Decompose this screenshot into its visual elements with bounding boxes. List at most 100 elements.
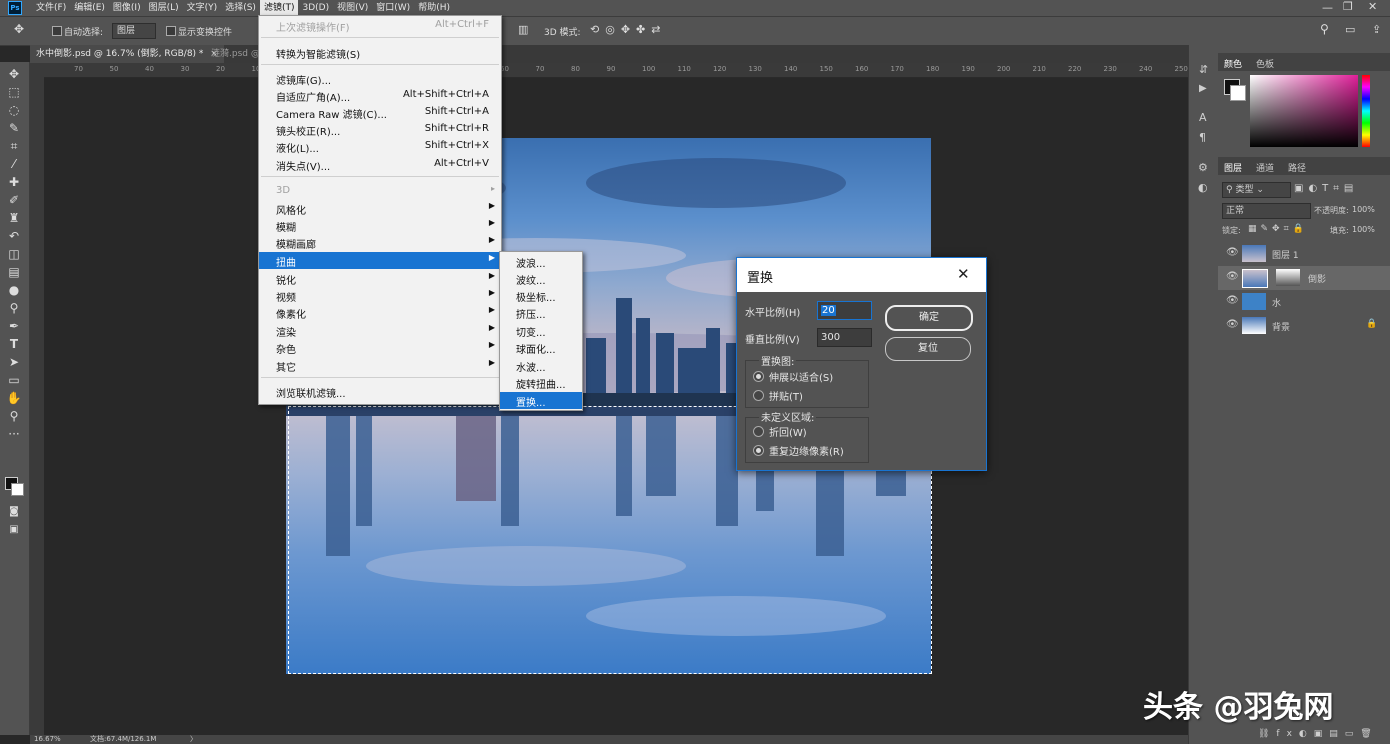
repeat-edge-radio[interactable] bbox=[753, 445, 764, 456]
v-scale-input[interactable]: 300 bbox=[817, 328, 872, 347]
menu-window[interactable]: 窗口(W) bbox=[372, 0, 414, 16]
adjustments-icon[interactable]: ⚙ bbox=[1198, 161, 1208, 174]
background-color[interactable] bbox=[1230, 85, 1246, 101]
menu-image[interactable]: 图像(I) bbox=[109, 0, 145, 16]
tab-active-document[interactable]: 水中倒影.psd @ 16.7% (倒影, RGB/8) * × bbox=[30, 45, 224, 63]
eyedropper-icon[interactable]: ⁄ bbox=[4, 156, 24, 172]
opacity-value[interactable]: 100% bbox=[1352, 205, 1375, 214]
menu-3d[interactable]: 3D(D) bbox=[298, 0, 333, 16]
marquee-tool-icon[interactable]: ⬚ bbox=[4, 84, 24, 100]
stretch-radio[interactable] bbox=[753, 371, 764, 382]
lasso-tool-icon[interactable]: ◌ bbox=[4, 102, 24, 118]
workspace-icon[interactable]: ▭ bbox=[1345, 23, 1355, 36]
restore-icon[interactable]: ❐ bbox=[1343, 0, 1353, 13]
visibility-eye-icon[interactable]: 👁 bbox=[1226, 295, 1239, 306]
menu-item-blur[interactable]: 模糊 ▶ bbox=[259, 217, 501, 234]
layer-row[interactable]: 👁 背景 🔒 bbox=[1218, 314, 1390, 338]
layer-row-selected[interactable]: 👁 倒影 bbox=[1218, 266, 1390, 290]
submenu-item-pinch[interactable]: 挤压... bbox=[500, 304, 582, 321]
rectangle-tool-icon[interactable]: ▭ bbox=[4, 372, 24, 388]
visibility-eye-icon[interactable]: 👁 bbox=[1226, 319, 1239, 330]
menu-item-liquify[interactable]: 液化(L)... Shift+Ctrl+X bbox=[259, 138, 501, 155]
layer-row[interactable]: 👁 水 bbox=[1218, 290, 1390, 314]
menu-item-stylize[interactable]: 风格化 ▶ bbox=[259, 200, 501, 217]
menu-item-other[interactable]: 其它 ▶ bbox=[259, 357, 501, 374]
tab-color[interactable]: 颜色 bbox=[1224, 57, 1242, 70]
ok-button[interactable]: 确定 bbox=[885, 305, 973, 331]
pen-tool-icon[interactable]: ✒ bbox=[4, 318, 24, 334]
path-select-icon[interactable]: ➤ bbox=[4, 354, 24, 370]
submenu-item-displace[interactable]: 置换... bbox=[500, 392, 582, 409]
menu-item-last-filter[interactable]: 上次滤镜操作(F) Alt+Ctrl+F bbox=[259, 17, 501, 34]
menu-item-vanishing-point[interactable]: 消失点(V)... Alt+Ctrl+V bbox=[259, 156, 501, 173]
menu-item-3d[interactable]: 3D ▸ bbox=[259, 183, 501, 200]
tab-layers[interactable]: 图层 bbox=[1224, 161, 1242, 174]
hue-slider[interactable] bbox=[1362, 75, 1370, 147]
tab-second-document[interactable]: 涟漪.psd @ bbox=[205, 45, 266, 63]
3d-tools-icon[interactable]: ⟲◎✥✤⇄ bbox=[590, 23, 666, 36]
dodge-tool-icon[interactable]: ⚲ bbox=[4, 300, 24, 316]
menu-edit[interactable]: 编辑(E) bbox=[70, 0, 109, 16]
menu-item-sharpen[interactable]: 锐化 ▶ bbox=[259, 270, 501, 287]
reset-button[interactable]: 复位 bbox=[885, 337, 971, 361]
tab-swatches[interactable]: 色板 bbox=[1256, 57, 1274, 70]
minimize-icon[interactable]: — bbox=[1322, 1, 1333, 14]
brush-tool-icon[interactable]: ✐ bbox=[4, 192, 24, 208]
layer-mask-thumbnail[interactable] bbox=[1276, 269, 1300, 286]
history-icon[interactable]: ⇵ bbox=[1199, 63, 1208, 76]
healing-brush-icon[interactable]: ✚ bbox=[4, 174, 24, 190]
close-window-icon[interactable]: ✕ bbox=[1368, 0, 1377, 13]
visibility-eye-icon[interactable]: 👁 bbox=[1226, 271, 1239, 282]
screen-mode-icon[interactable]: ▣ bbox=[4, 522, 24, 538]
menu-item-video[interactable]: 视频 ▶ bbox=[259, 287, 501, 304]
layer-row[interactable]: 👁 图层 1 bbox=[1218, 242, 1390, 266]
tile-radio[interactable] bbox=[753, 390, 764, 401]
paragraph-icon[interactable]: ¶ bbox=[1199, 131, 1206, 144]
color-picker-field[interactable] bbox=[1250, 75, 1358, 147]
menu-item-render[interactable]: 渲染 ▶ bbox=[259, 322, 501, 339]
lock-icons[interactable]: ▦✎✥⌗🔒 bbox=[1248, 224, 1308, 234]
layer-select-dropdown[interactable]: 图层 bbox=[112, 23, 156, 39]
eraser-tool-icon[interactable]: ◫ bbox=[4, 246, 24, 262]
tab-channels[interactable]: 通道 bbox=[1256, 161, 1274, 174]
share-icon[interactable]: ⇪ bbox=[1372, 23, 1381, 36]
menu-item-pixelate[interactable]: 像素化 ▶ bbox=[259, 304, 501, 321]
menu-item-lens-correction[interactable]: 镜头校正(R)... Shift+Ctrl+R bbox=[259, 121, 501, 138]
type-tool-icon[interactable]: T bbox=[4, 336, 24, 352]
layer-filter-icons[interactable]: ▣◐T⌗▤ bbox=[1294, 183, 1358, 194]
distribute-icon[interactable]: ▥ bbox=[518, 23, 528, 36]
menu-item-browse-online[interactable]: 浏览联机滤镜... bbox=[259, 383, 501, 400]
submenu-item-zigzag[interactable]: 水波... bbox=[500, 357, 582, 374]
blur-tool-icon[interactable]: ● bbox=[4, 282, 24, 298]
tab-paths[interactable]: 路径 bbox=[1288, 161, 1306, 174]
h-scale-input[interactable]: 20 bbox=[817, 301, 872, 320]
visibility-eye-icon[interactable]: 👁 bbox=[1226, 247, 1239, 258]
menu-item-noise[interactable]: 杂色 ▶ bbox=[259, 339, 501, 356]
close-icon[interactable]: ✕ bbox=[957, 265, 970, 283]
more-tools-icon[interactable]: ··· bbox=[4, 426, 24, 442]
styles-icon[interactable]: ◐ bbox=[1198, 181, 1208, 194]
fill-value[interactable]: 100% bbox=[1352, 225, 1375, 234]
status-arrow-icon[interactable]: 〉 bbox=[190, 735, 197, 744]
zoom-tool-icon[interactable]: ⚲ bbox=[4, 408, 24, 424]
menu-item-distort[interactable]: 扭曲 ▶ bbox=[259, 252, 501, 269]
quick-mask-icon[interactable]: ◙ bbox=[4, 504, 24, 520]
submenu-item-shear[interactable]: 切变... bbox=[500, 322, 582, 339]
layer-filter-kind[interactable]: ⚲ 类型 ⌄ bbox=[1222, 182, 1291, 198]
stamp-tool-icon[interactable]: ♜ bbox=[4, 210, 24, 226]
search-icon[interactable]: ⚲ bbox=[1320, 22, 1329, 36]
crop-tool-icon[interactable]: ⌗ bbox=[4, 138, 24, 154]
blend-mode-select[interactable]: 正常 bbox=[1222, 203, 1311, 219]
menu-item-adaptive-wide-angle[interactable]: 自适应广角(A)... Alt+Shift+Ctrl+A bbox=[259, 87, 501, 104]
auto-select-checkbox[interactable] bbox=[52, 26, 62, 36]
hand-tool-icon[interactable]: ✋ bbox=[4, 390, 24, 406]
quick-select-icon[interactable]: ✎ bbox=[4, 120, 24, 136]
history-brush-icon[interactable]: ↶ bbox=[4, 228, 24, 244]
wrap-radio[interactable] bbox=[753, 426, 764, 437]
menu-filter[interactable]: 滤镜(T) bbox=[259, 0, 299, 16]
submenu-item-wave[interactable]: 波浪... bbox=[500, 253, 582, 270]
submenu-item-spherize[interactable]: 球面化... bbox=[500, 339, 582, 356]
submenu-item-polar[interactable]: 极坐标... bbox=[500, 287, 582, 304]
menu-layer[interactable]: 图层(L) bbox=[145, 0, 183, 16]
menu-help[interactable]: 帮助(H) bbox=[414, 0, 454, 16]
